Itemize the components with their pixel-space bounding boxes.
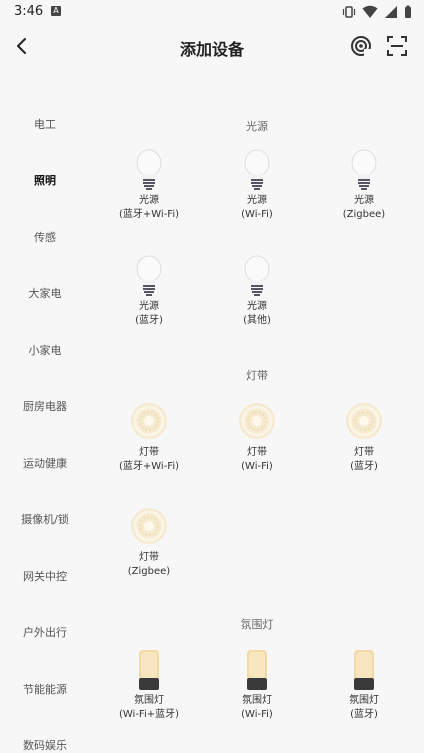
device-protocol: (其他) (243, 315, 271, 326)
device-protocol: (Zigbee) (342, 209, 386, 220)
device-name: 光源 (139, 195, 159, 206)
qr-scan-icon[interactable] (386, 35, 408, 57)
section-title-light-source: 光源 (246, 120, 268, 133)
status-bar: 3:46 A (0, 0, 424, 24)
sidebar-item-gateway[interactable]: 网关中控 (0, 568, 90, 584)
device-protocol: (蓝牙+Wi-Fi) (118, 461, 180, 472)
device-name: 氛围灯 (134, 695, 164, 706)
sidebar-item-electrician[interactable]: 电工 (0, 116, 90, 132)
light-strip-icon (239, 403, 275, 439)
section-title-ambient: 氛围灯 (240, 618, 274, 631)
device-protocol: (蓝牙) (350, 709, 378, 720)
sidebar-item-kitchen[interactable]: 厨房电器 (0, 398, 90, 414)
vibrate-icon (342, 6, 356, 18)
device-tile[interactable]: 氛围灯 (Wi-Fi+蓝牙) (109, 648, 189, 721)
device-name: 灯带 (139, 447, 159, 458)
device-tile[interactable]: 光源 (Zigbee) (324, 148, 404, 221)
device-name: 氛围灯 (349, 695, 379, 706)
ambient-lamp-icon (139, 650, 159, 690)
sidebar-item-large-appliance[interactable]: 大家电 (0, 285, 90, 301)
status-time: 3:46 (14, 4, 44, 19)
device-name: 氛围灯 (242, 695, 272, 706)
status-icons (342, 4, 412, 20)
ambient-lamp-icon (247, 650, 267, 690)
device-protocol: (蓝牙) (135, 315, 163, 326)
device-tile[interactable]: 灯带 (Wi-Fi) (217, 400, 297, 473)
device-tile[interactable]: 氛围灯 (蓝牙) (324, 648, 404, 721)
device-tile[interactable]: 氛围灯 (Wi-Fi) (217, 648, 297, 721)
device-name: 灯带 (139, 552, 159, 563)
bulb-icon (136, 149, 162, 190)
app-header: 添加设备 (0, 24, 424, 70)
wifi-icon (362, 5, 378, 18)
device-name: 灯带 (354, 447, 374, 458)
light-strip-icon (131, 403, 167, 439)
device-tile[interactable]: 光源 (其他) (217, 254, 297, 327)
section-title-light-strip: 灯带 (246, 369, 268, 382)
nearby-scan-icon[interactable] (350, 35, 372, 57)
light-strip-icon (346, 403, 382, 439)
bulb-icon (244, 255, 270, 296)
bulb-icon (351, 149, 377, 190)
device-protocol: (Zigbee) (127, 566, 171, 577)
device-name: 光源 (139, 301, 159, 312)
device-protocol: (Wi-Fi+蓝牙) (118, 709, 180, 720)
device-name: 光源 (247, 301, 267, 312)
sidebar-item-sensor[interactable]: 传感 (0, 229, 90, 245)
light-strip-icon (131, 508, 167, 544)
device-name: 灯带 (247, 447, 267, 458)
device-protocol: (Wi-Fi) (241, 461, 273, 472)
device-protocol: (蓝牙+Wi-Fi) (118, 209, 180, 220)
sidebar-item-digital-entertainment[interactable]: 数码娱乐 (0, 737, 90, 753)
bulb-icon (244, 149, 270, 190)
sidebar-item-outdoor[interactable]: 户外出行 (0, 624, 90, 640)
signal-icon (385, 6, 397, 18)
notification-icon: A (51, 6, 61, 16)
device-protocol: (Wi-Fi) (241, 209, 273, 220)
device-tile[interactable]: 灯带 (Zigbee) (109, 505, 189, 578)
device-protocol: (Wi-Fi) (241, 709, 273, 720)
sidebar-item-lighting[interactable]: 照明 (0, 172, 90, 188)
device-tile[interactable]: 灯带 (蓝牙) (324, 400, 404, 473)
ambient-lamp-icon (354, 650, 374, 690)
bulb-icon (136, 255, 162, 296)
device-name: 光源 (354, 195, 374, 206)
device-tile[interactable]: 光源 (Wi-Fi) (217, 148, 297, 221)
battery-icon (405, 5, 411, 18)
sidebar-item-small-appliance[interactable]: 小家电 (0, 342, 90, 358)
sidebar-item-energy[interactable]: 节能能源 (0, 681, 90, 697)
sidebar-item-sports-health[interactable]: 运动健康 (0, 455, 90, 471)
device-tile[interactable]: 光源 (蓝牙+Wi-Fi) (109, 148, 189, 221)
sidebar-item-camera-lock[interactable]: 摄像机/锁 (0, 511, 90, 527)
device-name: 光源 (247, 195, 267, 206)
device-tile[interactable]: 光源 (蓝牙) (109, 254, 189, 327)
device-tile[interactable]: 灯带 (蓝牙+Wi-Fi) (109, 400, 189, 473)
device-protocol: (蓝牙) (350, 461, 378, 472)
